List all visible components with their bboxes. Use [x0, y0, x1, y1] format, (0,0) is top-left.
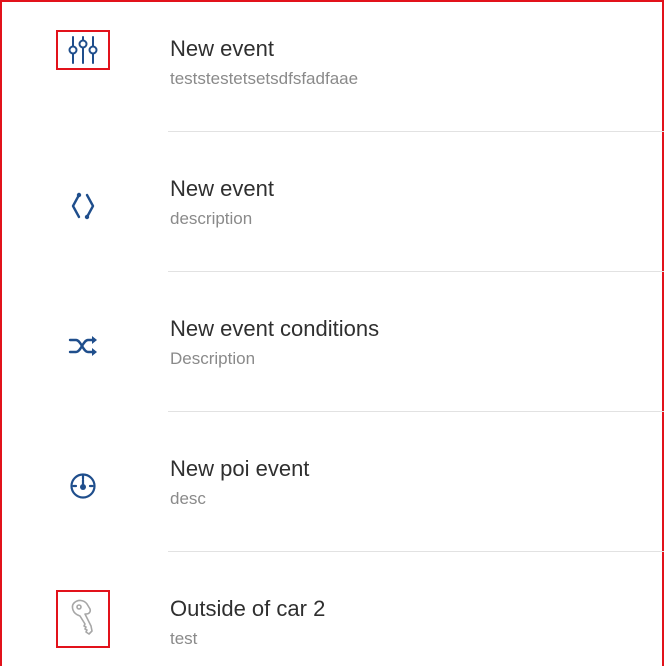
list-item-event-2[interactable]: New event description [2, 132, 664, 272]
event-text: New poi event desc [170, 456, 309, 510]
event-title: Outside of car 2 [170, 596, 326, 621]
list-item-event-1[interactable]: New event teststestetsetsdfsfadfaae [2, 2, 664, 142]
hexagon-dashed-icon [56, 186, 110, 226]
event-title: New event [170, 36, 274, 61]
event-title: New poi event [170, 456, 310, 481]
event-text: Outside of car 2 test [170, 596, 325, 650]
event-description: test [170, 629, 198, 648]
event-description: desc [170, 489, 206, 508]
event-description: teststestetsetsdfsfadfaae [170, 69, 359, 88]
sliders-icon [56, 30, 110, 70]
speedometer-icon [56, 466, 110, 506]
list-item-event-3[interactable]: New event conditions Description [2, 272, 664, 412]
list-item-event-5[interactable]: Outside of car 2 test [2, 552, 664, 666]
event-list-panel: New event teststestetsetsdfsfadfaae New … [0, 0, 664, 666]
event-description: description [170, 209, 253, 228]
event-text: New event conditions Description [170, 316, 379, 370]
event-text: New event description [170, 176, 274, 230]
list-item-event-4[interactable]: New poi event desc [2, 412, 664, 552]
car-key-icon [56, 590, 110, 648]
event-title: New event conditions [170, 316, 380, 341]
event-text: New event teststestetsetsdfsfadfaae [170, 36, 358, 90]
shuffle-icon [56, 326, 110, 366]
event-description: Description [170, 349, 256, 368]
event-title: New event [170, 176, 274, 201]
